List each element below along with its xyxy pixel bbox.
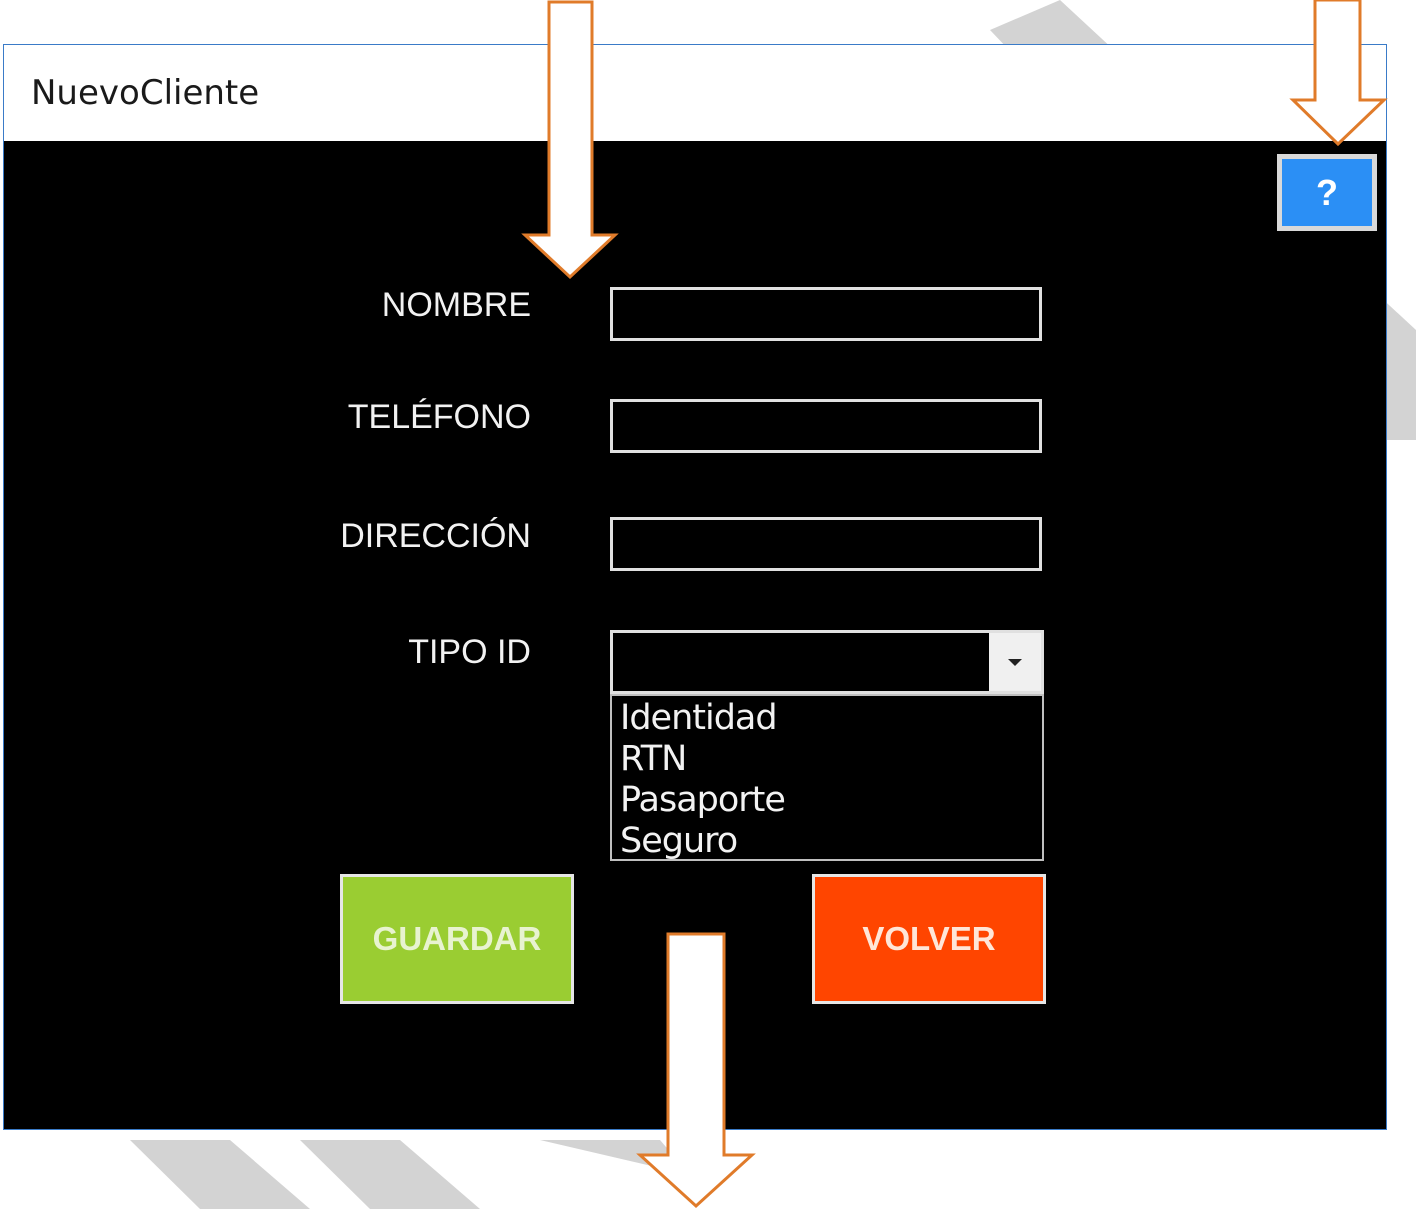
app-window: NuevoCliente ? NOMBRE TELÉFONO DIRECCIÓN… bbox=[3, 44, 1387, 1130]
tipo-id-combobox[interactable] bbox=[610, 630, 1044, 694]
direccion-field[interactable] bbox=[610, 517, 1042, 571]
help-icon: ? bbox=[1282, 159, 1372, 226]
dropdown-option-identidad[interactable]: Identidad bbox=[612, 698, 1042, 739]
dropdown-option-pasaporte[interactable]: Pasaporte bbox=[612, 780, 1042, 821]
nombre-field[interactable] bbox=[610, 287, 1042, 341]
help-button[interactable]: ? bbox=[1277, 154, 1377, 231]
chevron-down-icon bbox=[1008, 658, 1022, 666]
nombre-label: NOMBRE bbox=[381, 286, 531, 324]
telefono-label: TELÉFONO bbox=[347, 398, 531, 436]
telefono-field[interactable] bbox=[610, 399, 1042, 453]
guardar-button[interactable]: GUARDAR bbox=[340, 874, 574, 1004]
dropdown-option-rtn[interactable]: RTN bbox=[612, 739, 1042, 780]
window-title: NuevoCliente bbox=[31, 73, 260, 113]
direccion-label: DIRECCIÓN bbox=[340, 517, 531, 555]
title-bar: NuevoCliente bbox=[4, 45, 1386, 141]
dropdown-option-seguro[interactable]: Seguro bbox=[612, 821, 1042, 862]
dropdown-arrow-button[interactable] bbox=[989, 633, 1041, 691]
volver-button[interactable]: VOLVER bbox=[812, 874, 1046, 1004]
form-area: ? NOMBRE TELÉFONO DIRECCIÓN TIPO ID Iden… bbox=[4, 141, 1386, 1129]
tipo-id-label: TIPO ID bbox=[408, 633, 531, 671]
tipo-id-dropdown-list: Identidad RTN Pasaporte Seguro bbox=[610, 694, 1044, 861]
